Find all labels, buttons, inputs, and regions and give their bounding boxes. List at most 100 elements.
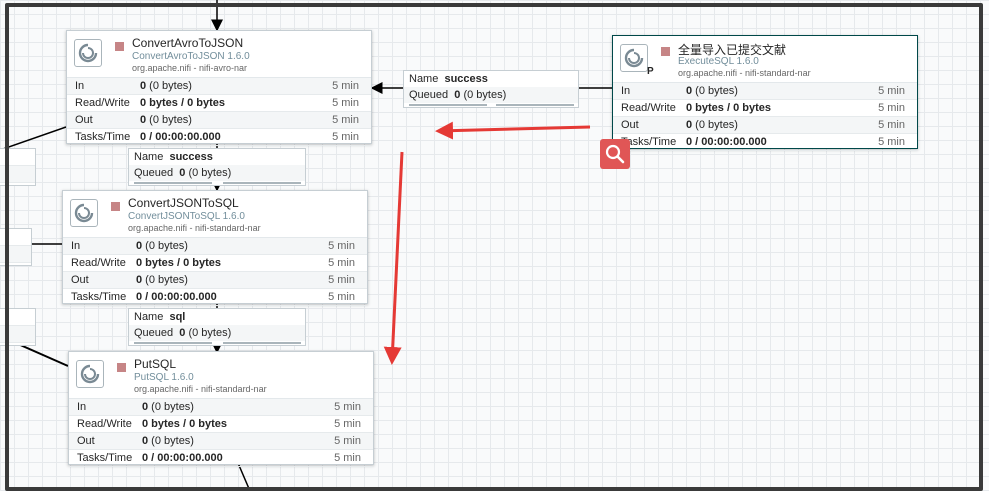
stat-time: 5 min <box>328 274 355 286</box>
search-button[interactable] <box>600 139 630 169</box>
queue-bar-size <box>496 104 574 106</box>
processor-icon <box>620 44 648 72</box>
stat-row-out: Out 0 (0 bytes) 5 min <box>69 433 373 450</box>
stat-row-read-write: Read/Write 0 bytes / 0 bytes 5 min <box>67 95 371 112</box>
processor-bundle: org.apache.nifi - nifi-standard-nar <box>128 223 261 233</box>
offscreen-processor-3[interactable] <box>0 308 36 346</box>
processor-type: PutSQL 1.6.0 <box>134 372 194 383</box>
connection-queued-label: Queued <box>134 167 174 179</box>
annotation-arrow-down <box>383 151 404 365</box>
stat-time: 5 min <box>332 80 359 92</box>
connection-queued-label: Queued <box>134 327 174 339</box>
flow-canvas[interactable]: ConvertAvroToJSON ConvertAvroToJSON 1.6.… <box>0 0 989 491</box>
connection-queued-row: Queued 0 (0 bytes) <box>404 87 578 103</box>
stat-value: 0 bytes / 0 bytes <box>142 418 227 430</box>
annotation-arrow-left <box>435 121 591 140</box>
stat-row-read-write: Read/Write 0 bytes / 0 bytes 5 min <box>613 100 917 117</box>
processor-type: ConvertAvroToJSON 1.6.0 <box>132 51 250 62</box>
queue-bar-size <box>223 342 301 344</box>
connection-queued-size: (0 bytes) <box>185 327 232 339</box>
connection-line-bottom <box>237 462 251 491</box>
offscreen-processor-2[interactable] <box>0 228 32 266</box>
stat-time: 5 min <box>334 401 361 413</box>
stat-time: 5 min <box>328 291 355 303</box>
processor-name: ConvertAvroToJSON <box>132 36 244 50</box>
stat-row-out: Out 0 (0 bytes) 5 min <box>63 272 367 289</box>
offscreen-processor-1[interactable] <box>0 148 36 186</box>
connection-queued-label: Queued <box>409 89 449 101</box>
stat-value-rest: (0 bytes) <box>142 240 188 252</box>
stat-time: 5 min <box>328 257 355 269</box>
stat-label: Out <box>75 114 93 126</box>
stat-time: 5 min <box>334 418 361 430</box>
processor-bundle: org.apache.nifi - nifi-standard-nar <box>678 68 811 78</box>
search-icon <box>605 144 625 164</box>
processor-execute-sql[interactable]: P 全量导入已提交文献 ExecuteSQL 1.6.0 org.apache.… <box>612 35 918 151</box>
stat-row-in: In 0 (0 bytes) 5 min <box>63 238 367 255</box>
stat-row-in: In 0 (0 bytes) 5 min <box>67 78 371 95</box>
stat-row-out: Out 0 (0 bytes) 5 min <box>613 117 917 134</box>
stat-label: Tasks/Time <box>77 452 133 464</box>
processor-put-sql[interactable]: PutSQL PutSQL 1.6.0 org.apache.nifi - ni… <box>68 351 374 467</box>
stat-label: In <box>621 85 631 97</box>
processor-name: PutSQL <box>134 357 177 371</box>
connection-queued-size: (0 bytes) <box>185 167 232 179</box>
processor-bundle: org.apache.nifi - nifi-avro-nar <box>132 63 248 73</box>
primary-node-badge: P <box>647 66 654 77</box>
stopped-icon <box>115 42 124 51</box>
queue-bar-size <box>223 182 301 184</box>
processor-icon <box>70 199 98 227</box>
stat-row-read-write: Read/Write 0 bytes / 0 bytes 5 min <box>63 255 367 272</box>
stat-value-rest: (0 bytes) <box>148 401 194 413</box>
stat-value: 0 bytes / 0 bytes <box>136 257 221 269</box>
connection-name-label: Name <box>134 311 164 323</box>
processor-convert-json-to-sql[interactable]: ConvertJSONToSQL ConvertJSONToSQL 1.6.0 … <box>62 190 368 306</box>
stat-value-rest: (0 bytes) <box>692 85 738 97</box>
stat-label: In <box>71 240 81 252</box>
stat-time: 5 min <box>878 85 905 97</box>
connection-name: success <box>169 151 213 163</box>
stat-value-rest: (0 bytes) <box>146 80 192 92</box>
stat-label: Out <box>77 435 95 447</box>
stat-time: 5 min <box>332 97 359 109</box>
stat-row-in: In 0 (0 bytes) 5 min <box>69 399 373 416</box>
connection-label-sql[interactable]: Name sql Queued 0 (0 bytes) <box>128 308 306 346</box>
stopped-icon <box>661 47 670 56</box>
stat-time: 5 min <box>328 240 355 252</box>
stat-label: In <box>75 80 85 92</box>
connection-line-left-1 <box>0 126 67 151</box>
connection-name-row: Name success <box>129 149 305 165</box>
stat-row-tasks-time: Tasks/Time 0 / 00:00:00.000 5 min <box>67 129 371 146</box>
stat-value-rest: (0 bytes) <box>148 435 194 447</box>
stat-value-rest: (0 bytes) <box>142 274 188 286</box>
stat-label: Read/Write <box>75 97 130 109</box>
stat-time: 5 min <box>332 131 359 143</box>
queue-bar-count <box>134 182 212 184</box>
processor-convert-avro-to-json[interactable]: ConvertAvroToJSON ConvertAvroToJSON 1.6.… <box>66 30 372 146</box>
stat-label: Out <box>621 119 639 131</box>
stat-value: 0 / 00:00:00.000 <box>686 136 767 148</box>
processor-bundle: org.apache.nifi - nifi-standard-nar <box>134 384 267 394</box>
stopped-icon <box>117 363 126 372</box>
connection-queued-row: Queued 0 (0 bytes) <box>129 325 305 341</box>
stat-label: In <box>77 401 87 413</box>
stat-label: Out <box>71 274 89 286</box>
stat-value: 0 / 00:00:00.000 <box>142 452 223 464</box>
connection-queued-row: Queued 0 (0 bytes) <box>129 165 305 181</box>
stat-value: 0 / 00:00:00.000 <box>140 131 221 143</box>
stat-time: 5 min <box>334 435 361 447</box>
connection-name: success <box>444 73 488 85</box>
stat-row-out: Out 0 (0 bytes) 5 min <box>67 112 371 129</box>
processor-icon <box>74 39 102 67</box>
stat-value: 0 bytes / 0 bytes <box>140 97 225 109</box>
connection-name-label: Name <box>409 73 439 85</box>
queue-bar-count <box>409 104 487 106</box>
stat-time: 5 min <box>878 102 905 114</box>
stat-value-rest: (0 bytes) <box>692 119 738 131</box>
stat-row-in: In 0 (0 bytes) 5 min <box>613 83 917 100</box>
connection-label-success-avro[interactable]: Name success Queued 0 (0 bytes) <box>128 148 306 186</box>
connection-label-success-exec[interactable]: Name success Queued 0 (0 bytes) <box>403 70 579 108</box>
stat-value-rest: (0 bytes) <box>146 114 192 126</box>
connection-queued-size: (0 bytes) <box>460 89 507 101</box>
stat-time: 5 min <box>332 114 359 126</box>
